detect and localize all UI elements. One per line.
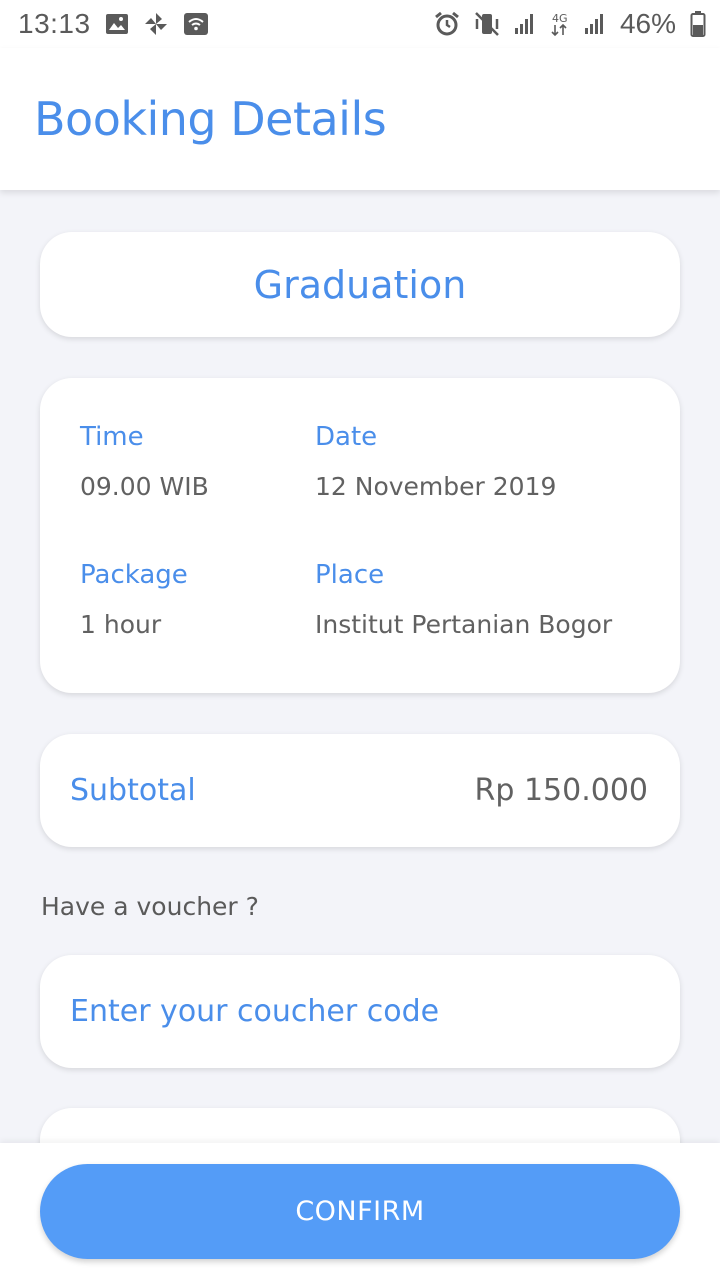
app-header: Booking Details <box>0 48 720 190</box>
event-card: Graduation <box>40 232 680 337</box>
voucher-card[interactable] <box>40 955 680 1068</box>
status-left: 13:13 <box>18 8 209 40</box>
bottom-bar: CONFIRM <box>0 1143 720 1280</box>
status-bar: 13:13 4G 46% <box>0 0 720 48</box>
battery-percentage: 46% <box>619 8 676 39</box>
date-label: Date <box>315 422 378 452</box>
time-value: 09.00 WIB <box>80 472 209 501</box>
battery-icon <box>690 10 706 38</box>
voucher-code-input[interactable] <box>70 994 650 1029</box>
place-label: Place <box>315 560 385 590</box>
image-icon <box>105 13 129 35</box>
package-label: Package <box>80 560 188 590</box>
subtotal-card: Subtotal Rp 150.000 <box>40 734 680 847</box>
network-type: 4G <box>552 12 568 25</box>
subtotal-label: Subtotal <box>70 773 196 808</box>
vibrate-icon <box>474 11 500 37</box>
time-label: Time <box>80 422 144 452</box>
event-title: Graduation <box>253 262 467 307</box>
confirm-button[interactable]: CONFIRM <box>40 1164 680 1259</box>
page-title: Booking Details <box>34 92 387 146</box>
status-time: 13:13 <box>18 8 91 39</box>
date-value: 12 November 2019 <box>315 472 557 501</box>
signal-icon <box>584 13 606 35</box>
date-detail: Date 12 November 2019 <box>315 422 556 501</box>
place-detail: Place Institut Pertanian Bogor <box>315 560 612 639</box>
alarm-icon <box>434 11 460 37</box>
status-right: 4G 46% <box>434 8 706 40</box>
package-detail: Package 1 hour <box>80 560 188 639</box>
voucher-question: Have a voucher ? <box>41 892 259 921</box>
package-value: 1 hour <box>80 610 162 639</box>
subtotal-value: Rp 150.000 <box>474 773 648 808</box>
booking-details-card: Time 09.00 WIB Date 12 November 2019 Pac… <box>40 378 680 693</box>
pinwheel-icon <box>143 11 169 37</box>
wifi-hotspot-icon <box>183 12 209 36</box>
network-4g-icon: 4G <box>550 11 570 37</box>
place-value: Institut Pertanian Bogor <box>315 610 613 639</box>
time-detail: Time 09.00 WIB <box>80 422 209 501</box>
signal-icon <box>514 13 536 35</box>
